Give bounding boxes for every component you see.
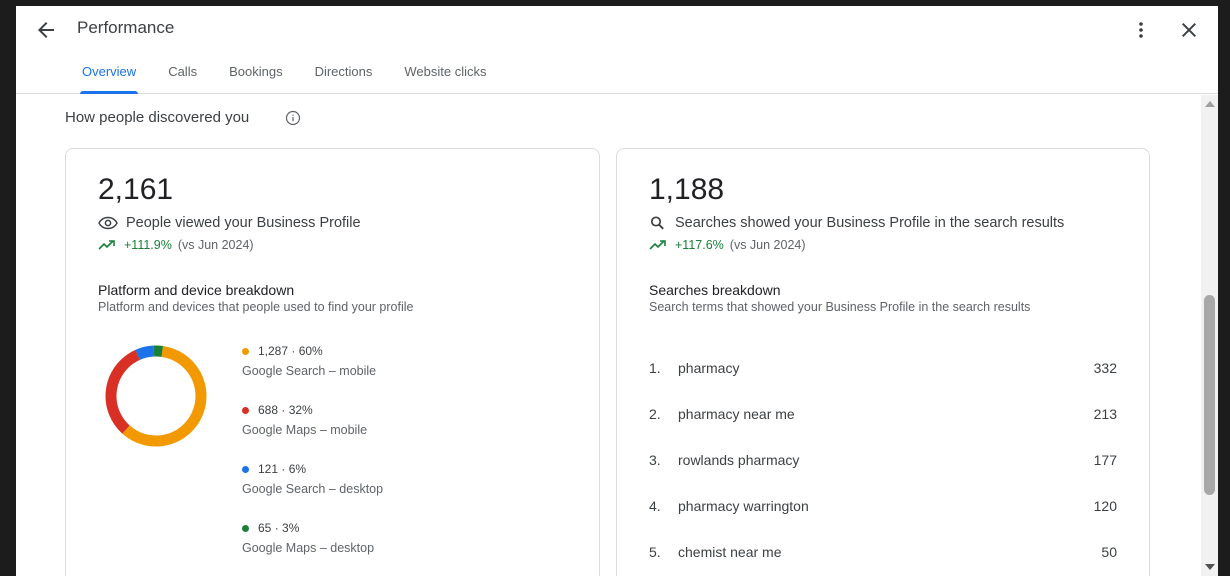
- legend-item: 688 · 32% Google Maps – mobile: [242, 403, 482, 437]
- more-vert-icon: [1139, 22, 1143, 38]
- legend-dot: [242, 347, 249, 355]
- legend-item: 1,287 · 60% Google Search – mobile: [242, 344, 482, 378]
- search-term-count: 50: [1101, 544, 1117, 560]
- views-metric: People viewed your Business Profile: [98, 215, 361, 231]
- donut-segment-3[interactable]: [135, 345, 155, 361]
- search-term-row[interactable]: 4. pharmacy warrington 120: [649, 494, 1117, 518]
- legend-pct: 3%: [282, 521, 300, 535]
- info-icon[interactable]: [284, 109, 302, 127]
- legend-count: 1,287: [258, 344, 289, 358]
- views-trend-pct: +111.9%: [124, 238, 172, 252]
- legend-label: Google Maps – mobile: [242, 423, 368, 437]
- tab-calls[interactable]: Calls: [152, 56, 213, 94]
- search-term-rank: 2.: [649, 406, 661, 422]
- scroll-down-arrow-icon[interactable]: [1205, 564, 1215, 570]
- legend-dot: [242, 406, 249, 414]
- searches-trend-vs: (vs Jun 2024): [729, 238, 806, 252]
- trending-up-icon: [98, 240, 115, 250]
- legend-dot: [242, 524, 249, 532]
- search-term-rank: 1.: [649, 360, 661, 376]
- search-term-rank: 5.: [649, 544, 661, 560]
- header: Performance Overview Calls Bookings Directi…: [16, 6, 1218, 94]
- platform-donut-chart: [105, 345, 207, 447]
- legend-item: 65 · 3% Google Maps – desktop: [242, 521, 482, 555]
- scroll-thumb[interactable]: [1204, 295, 1215, 495]
- legend-count: 65: [258, 521, 272, 535]
- search-term-text: chemist near me: [678, 544, 782, 560]
- views-label: People viewed your Business Profile: [126, 215, 361, 231]
- close-button[interactable]: [1177, 18, 1201, 42]
- legend-dot: [242, 465, 249, 473]
- tab-website-clicks[interactable]: Website clicks: [388, 56, 502, 94]
- legend-item: 121 · 6% Google Search – desktop: [242, 462, 482, 496]
- search-term-row[interactable]: 2. pharmacy near me 213: [649, 402, 1117, 426]
- legend-value: 65 · 3%: [242, 521, 482, 535]
- views-trend: +111.9% (vs Jun 2024): [98, 238, 254, 252]
- searches-label: Searches showed your Business Profile in…: [675, 215, 1065, 231]
- trending-up-icon: [649, 240, 666, 250]
- donut-segment-2[interactable]: [105, 349, 141, 434]
- search-term-text: pharmacy near me: [678, 406, 795, 422]
- main-content: How people discovered you 2,161 People v…: [16, 95, 1201, 576]
- tab-directions[interactable]: Directions: [299, 56, 389, 94]
- search-term-text: pharmacy: [678, 360, 740, 376]
- eye-icon: [98, 216, 118, 230]
- search-term-count: 120: [1093, 498, 1117, 514]
- more-options-button[interactable]: [1131, 18, 1151, 42]
- legend-count: 688: [258, 403, 279, 417]
- close-icon: [1182, 23, 1196, 37]
- breakdown-description: Platform and devices that people used to…: [98, 300, 414, 314]
- search-term-row[interactable]: 5. chemist near me 50: [649, 540, 1117, 564]
- tab-bar: Overview Calls Bookings Directions Website c…: [66, 56, 503, 94]
- search-term-text: pharmacy warrington: [678, 498, 809, 514]
- legend-value: 121 · 6%: [242, 462, 482, 476]
- vertical-scrollbar[interactable]: [1201, 95, 1218, 576]
- performance-dialog: Performance Overview Calls Bookings Directi…: [16, 6, 1218, 576]
- views-trend-vs: (vs Jun 2024): [177, 238, 254, 252]
- search-term-rank: 3.: [649, 452, 661, 468]
- search-term-rank: 4.: [649, 498, 661, 514]
- legend-separator: ·: [278, 403, 289, 417]
- section-title: How people discovered you: [65, 109, 250, 126]
- searches-metric: Searches showed your Business Profile in…: [649, 215, 1064, 231]
- breakdown-title: Platform and device breakdown: [98, 282, 295, 298]
- arrow-left-icon: [38, 22, 54, 38]
- legend-label: Google Maps – desktop: [242, 541, 375, 555]
- searches-card: 1,188 Searches showed your Business Prof…: [616, 148, 1150, 576]
- search-term-count: 177: [1093, 452, 1117, 468]
- searches-trend: +117.6% (vs Jun 2024): [649, 238, 806, 252]
- search-term-count: 213: [1093, 406, 1117, 422]
- scroll-up-arrow-icon[interactable]: [1205, 101, 1215, 107]
- views-card: 2,161 People viewed your Business Profil…: [65, 148, 600, 576]
- search-icon: [650, 216, 664, 230]
- views-total: 2,161: [98, 173, 174, 206]
- legend-separator: ·: [271, 521, 283, 535]
- legend-pct: 60%: [298, 344, 323, 358]
- legend-count: 121: [258, 462, 279, 476]
- page-title: Performance: [77, 18, 175, 37]
- legend-separator: ·: [278, 462, 289, 476]
- back-button[interactable]: [34, 18, 58, 42]
- search-term-count: 332: [1093, 360, 1117, 376]
- legend-value: 1,287 · 60%: [242, 344, 482, 358]
- search-term-row[interactable]: 3. rowlands pharmacy 177: [649, 448, 1117, 472]
- legend-label: Google Search – desktop: [242, 482, 384, 496]
- search-term-row[interactable]: 1. pharmacy 332: [649, 356, 1117, 380]
- legend-separator: ·: [288, 344, 299, 358]
- legend-value: 688 · 32%: [242, 403, 482, 417]
- legend-label: Google Search – mobile: [242, 364, 377, 378]
- legend-pct: 6%: [288, 462, 307, 476]
- legend-pct: 32%: [288, 403, 313, 417]
- donut-segment-1[interactable]: [122, 345, 207, 447]
- tab-bookings[interactable]: Bookings: [213, 56, 298, 94]
- search-term-text: rowlands pharmacy: [678, 452, 800, 468]
- searches-breakdown-description: Search terms that showed your Business P…: [649, 300, 1031, 314]
- searches-trend-pct: +117.6%: [675, 238, 724, 252]
- tab-overview[interactable]: Overview: [66, 56, 152, 94]
- searches-total: 1,188: [649, 173, 725, 206]
- searches-breakdown-title: Searches breakdown: [649, 282, 781, 298]
